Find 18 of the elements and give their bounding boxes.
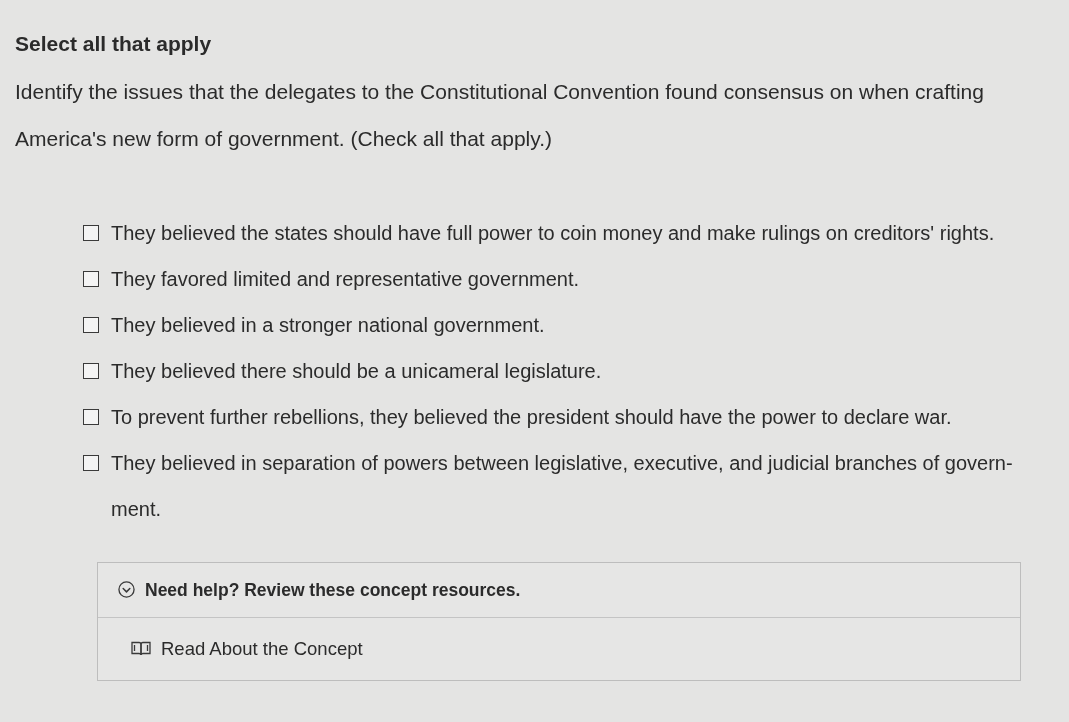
option-label[interactable]: They believed the states should have full power to coin money and make rulings on creditors' rights. bbox=[111, 209, 995, 256]
resource-link[interactable]: Read About the Concept bbox=[161, 634, 363, 663]
question-heading: Select all that apply bbox=[15, 31, 213, 57]
help-toggle[interactable]: Need help? Review these concept resources. bbox=[98, 562, 1020, 618]
checkbox[interactable] bbox=[83, 224, 99, 241]
checkbox[interactable] bbox=[83, 362, 99, 379]
checkbox[interactable] bbox=[83, 408, 99, 425]
option-label[interactable]: They favored limited and representative government. bbox=[111, 255, 580, 302]
book-icon bbox=[131, 641, 151, 657]
chevron-circle-icon bbox=[118, 581, 135, 599]
option-label[interactable]: They believed there should be a unicameral legislature. bbox=[111, 347, 602, 394]
option-label[interactable]: They believed in separation of powers between legislative, executive, and judicial branches of govern-ment. bbox=[111, 439, 1026, 532]
checkbox[interactable] bbox=[83, 270, 99, 287]
option-label[interactable]: To prevent further rebellions, they believed the president should have the power to declare war. bbox=[111, 393, 952, 440]
option-label[interactable]: They believed in a stronger national government. bbox=[111, 301, 545, 348]
checkbox[interactable] bbox=[83, 454, 99, 471]
question-text: Identify the issues that the delegates to the Constitutional Convention found consensus on when crafting America's new form of government. (Check all that apply.) bbox=[15, 78, 985, 152]
checkbox[interactable] bbox=[83, 316, 99, 333]
